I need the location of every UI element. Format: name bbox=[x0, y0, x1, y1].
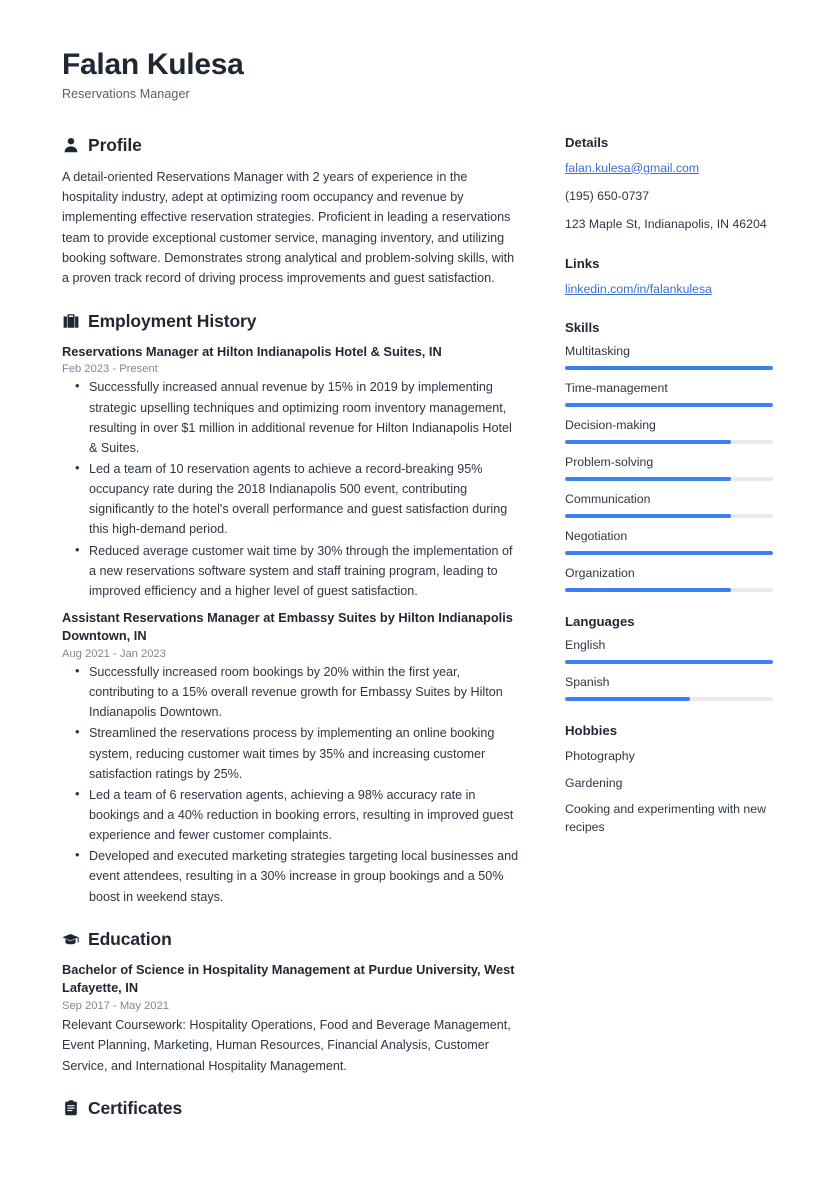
entry-title: Bachelor of Science in Hospitality Manag… bbox=[62, 961, 515, 996]
skill-bar-fill bbox=[565, 551, 773, 556]
language-bar-track bbox=[565, 660, 773, 665]
email-link[interactable]: falan.kulesa@gmail.com bbox=[565, 159, 773, 177]
sidebar-column: Details falan.kulesa@gmail.com (195) 650… bbox=[565, 135, 773, 859]
skill-bar-track bbox=[565, 551, 773, 556]
bullet-item: Led a team of 10 reservation agents to a… bbox=[62, 458, 520, 540]
skill-label: Organization bbox=[565, 566, 635, 581]
skill-item: Communication bbox=[565, 492, 773, 519]
section-title-employment: Employment History bbox=[88, 310, 257, 331]
employment-entry: Reservations Manager at Hilton Indianapo… bbox=[62, 343, 520, 601]
skill-item: Organization bbox=[565, 566, 773, 593]
phone-text: (195) 650-0737 bbox=[565, 188, 650, 203]
sidebar-title-links: Links bbox=[565, 255, 600, 271]
skill-item: Time-management bbox=[565, 381, 773, 408]
resume-columns: Profile A detail-oriented Reservations M… bbox=[62, 135, 773, 1141]
certificates-heading: Certificates bbox=[62, 1098, 520, 1119]
sidebar-hobbies: Hobbies Photography Gardening Cooking an… bbox=[565, 723, 773, 837]
education-heading: Education bbox=[62, 929, 520, 950]
section-education: Education Bachelor of Science in Hospita… bbox=[62, 929, 520, 1076]
graduation-cap-icon bbox=[62, 931, 79, 948]
entry-date: Aug 2021 - Jan 2023 bbox=[62, 648, 166, 661]
hobby-item: Photography bbox=[565, 749, 635, 764]
bullet-item: Reduced average customer wait time by 30… bbox=[62, 540, 520, 601]
language-label: Spanish bbox=[565, 675, 610, 690]
page-title: Falan Kulesa bbox=[62, 48, 244, 81]
skill-item: Problem-solving bbox=[565, 455, 773, 482]
clipboard-icon bbox=[62, 1100, 79, 1117]
person-icon bbox=[62, 137, 79, 154]
skill-label: Decision-making bbox=[565, 418, 656, 433]
section-employment: Employment History Reservations Manager … bbox=[62, 311, 520, 907]
skill-bar-track bbox=[565, 440, 773, 445]
bullet-item: Led a team of 6 reservation agents, achi… bbox=[62, 784, 520, 845]
skill-label: Multitasking bbox=[565, 344, 630, 359]
skill-item: Multitasking bbox=[565, 344, 773, 371]
entry-title: Assistant Reservations Manager at Embass… bbox=[62, 609, 513, 644]
sidebar-title-hobbies: Hobbies bbox=[565, 723, 618, 739]
resume-page: Falan Kulesa Reservations Manager Profil… bbox=[0, 0, 833, 1178]
bullet-item: Successfully increased annual revenue by… bbox=[62, 376, 520, 458]
sidebar-languages: Languages English Spanish bbox=[565, 614, 773, 702]
skill-bar-fill bbox=[565, 403, 773, 408]
skill-label: Communication bbox=[565, 492, 651, 507]
entry-bullets: Successfully increased room bookings by … bbox=[62, 661, 520, 907]
employment-entry: Assistant Reservations Manager at Embass… bbox=[62, 609, 520, 907]
skill-bar-track bbox=[565, 366, 773, 371]
language-bar-fill bbox=[565, 697, 690, 702]
entry-bullets: Successfully increased annual revenue by… bbox=[62, 376, 520, 601]
sidebar-title-languages: Languages bbox=[565, 614, 635, 630]
section-certificates: Certificates bbox=[62, 1098, 520, 1119]
language-item: English bbox=[565, 638, 773, 665]
bullet-item: Developed and executed marketing strateg… bbox=[62, 845, 520, 906]
sidebar-links: Links linkedin.com/in/falankulesa bbox=[565, 256, 773, 298]
sidebar-details: Details falan.kulesa@gmail.com (195) 650… bbox=[565, 135, 773, 234]
skill-bar-fill bbox=[565, 366, 773, 371]
skill-bar-track bbox=[565, 477, 773, 482]
skill-bar-fill bbox=[565, 440, 732, 445]
skill-item: Negotiation bbox=[565, 529, 773, 556]
resume-header: Falan Kulesa Reservations Manager bbox=[62, 48, 771, 101]
skill-bar-fill bbox=[565, 477, 732, 482]
entry-title: Reservations Manager at Hilton Indianapo… bbox=[62, 343, 442, 359]
bullet-item: Streamlined the reservations process by … bbox=[62, 722, 520, 783]
profile-heading: Profile bbox=[62, 135, 520, 156]
address-text: 123 Maple St, Indianapolis, IN 46204 bbox=[565, 217, 767, 232]
employment-heading: Employment History bbox=[62, 311, 520, 332]
header-job-title: Reservations Manager bbox=[62, 86, 190, 101]
main-column: Profile A detail-oriented Reservations M… bbox=[62, 135, 520, 1141]
sidebar-skills: Skills Multitasking Time-management Deci… bbox=[565, 320, 773, 593]
linkedin-link[interactable]: linkedin.com/in/falankulesa bbox=[565, 280, 773, 298]
skill-bar-fill bbox=[565, 588, 732, 593]
bullet-item: Successfully increased room bookings by … bbox=[62, 661, 520, 722]
section-title-education: Education bbox=[88, 928, 172, 949]
section-profile: Profile A detail-oriented Reservations M… bbox=[62, 135, 520, 289]
profile-text: A detail-oriented Reservations Manager w… bbox=[62, 169, 515, 286]
skill-label: Time-management bbox=[565, 381, 668, 396]
section-title-certificates: Certificates bbox=[88, 1097, 183, 1118]
skill-bar-track bbox=[565, 514, 773, 519]
hobby-item: Gardening bbox=[565, 775, 623, 790]
entry-date: Sep 2017 - May 2021 bbox=[62, 999, 169, 1012]
sidebar-title-skills: Skills bbox=[565, 320, 600, 336]
language-label: English bbox=[565, 638, 606, 653]
skill-item: Decision-making bbox=[565, 418, 773, 445]
entry-description: Relevant Coursework: Hospitality Operati… bbox=[62, 1017, 511, 1073]
sidebar-title-details: Details bbox=[565, 134, 609, 150]
skill-bar-track bbox=[565, 403, 773, 408]
language-bar-track bbox=[565, 697, 773, 702]
briefcase-icon bbox=[62, 313, 79, 330]
entry-date: Feb 2023 - Present bbox=[62, 363, 158, 376]
skill-label: Problem-solving bbox=[565, 455, 654, 470]
skill-bar-fill bbox=[565, 514, 732, 519]
skill-bar-track bbox=[565, 588, 773, 593]
skill-label: Negotiation bbox=[565, 529, 628, 544]
hobby-item: Cooking and experimenting with new recip… bbox=[565, 801, 766, 835]
education-entry: Bachelor of Science in Hospitality Manag… bbox=[62, 961, 520, 1076]
language-item: Spanish bbox=[565, 675, 773, 702]
language-bar-fill bbox=[565, 660, 773, 665]
section-title-profile: Profile bbox=[88, 134, 142, 155]
